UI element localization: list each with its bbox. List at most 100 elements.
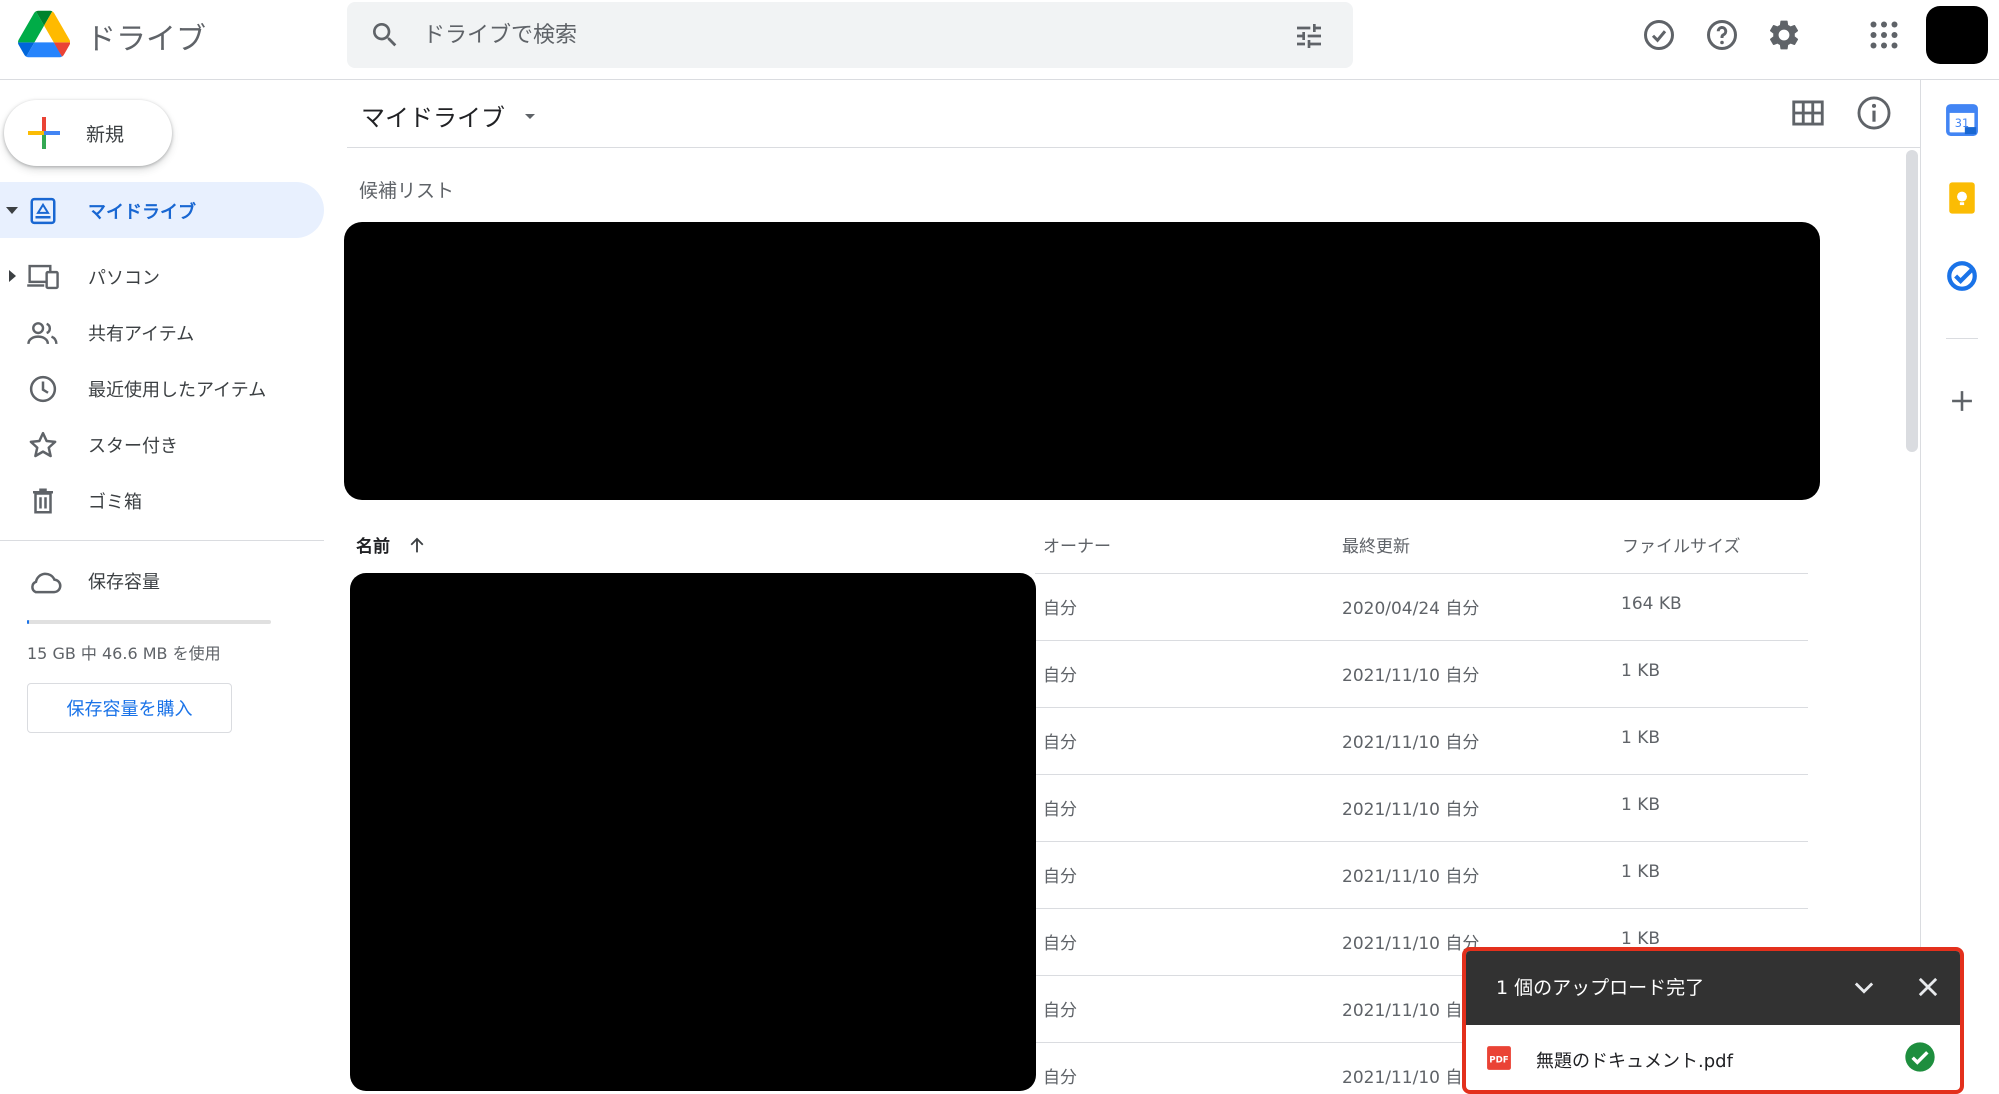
storage-bar	[27, 620, 271, 624]
file-names-redacted	[350, 573, 1036, 1091]
cell-size[interactable]: 1 KB	[1621, 728, 1660, 748]
upload-toast-header: 1 個のアップロード完了	[1466, 951, 1960, 1025]
cell-modified[interactable]: 2021/11/10 自分	[1342, 1063, 1479, 1088]
sidebar-item-label: 最近使用したアイテム	[88, 380, 267, 401]
scrollbar[interactable]	[1906, 150, 1918, 452]
cell-owner[interactable]: 自分	[1043, 996, 1077, 1021]
main-header: マイドライブ	[347, 80, 1920, 148]
close-icon[interactable]	[1914, 973, 1942, 1001]
calendar-icon[interactable]: 31	[1945, 103, 1979, 137]
add-addon-icon[interactable]	[1945, 384, 1979, 418]
cell-size[interactable]: 1 KB	[1621, 661, 1660, 681]
sidebar-item-recent[interactable]: 最近使用したアイテム	[0, 360, 324, 416]
cell-owner[interactable]: 自分	[1043, 862, 1077, 887]
cell-modified[interactable]: 2021/11/10 自分	[1342, 996, 1479, 1021]
help-icon[interactable]	[1704, 17, 1740, 53]
storage-used-text: 15 GB 中 46.6 MB を使用	[27, 644, 221, 663]
sidebar-item-label: パソコン	[88, 268, 160, 289]
shared-icon	[27, 322, 58, 345]
pdf-badge: PDF	[1489, 1055, 1509, 1065]
cell-owner[interactable]: 自分	[1043, 929, 1077, 954]
caret-right-icon[interactable]	[4, 268, 20, 284]
cell-owner[interactable]: 自分	[1043, 728, 1077, 753]
cell-owner[interactable]: 自分	[1043, 594, 1077, 619]
cell-size[interactable]: 164 KB	[1621, 594, 1682, 614]
sidebar-item-shared[interactable]: 共有アイテム	[0, 304, 324, 360]
suggested-files-redacted	[344, 222, 1820, 500]
sidebar-divider	[0, 540, 324, 541]
settings-icon[interactable]	[1766, 17, 1802, 53]
recent-icon	[29, 375, 57, 403]
sidebar-item-label: マイドライブ	[88, 202, 196, 223]
cell-modified[interactable]: 2020/04/24 自分	[1342, 594, 1479, 619]
keep-icon[interactable]	[1945, 181, 1979, 215]
search-input[interactable]	[423, 16, 1243, 54]
caret-down-icon[interactable]	[522, 108, 538, 124]
upload-toast: 1 個のアップロード完了 PDF 無題のドキュメント.pdf	[1462, 947, 1964, 1094]
chevron-down-icon[interactable]	[1850, 973, 1878, 1001]
storage-label[interactable]: 保存容量	[88, 568, 160, 594]
table-row-divider	[1035, 573, 1808, 574]
sidebar-item-computers[interactable]: パソコン	[0, 248, 324, 304]
trash-icon	[33, 488, 53, 514]
upload-toast-title: 1 個のアップロード完了	[1496, 977, 1705, 999]
table-row-divider	[1035, 774, 1808, 775]
column-header-owner[interactable]: オーナー	[1043, 532, 1111, 557]
account-avatar[interactable]	[1926, 6, 1988, 64]
cell-size[interactable]: 1 KB	[1621, 795, 1660, 815]
table-row-divider	[1035, 908, 1808, 909]
side-panel	[1920, 80, 1999, 1094]
cell-modified[interactable]: 2021/11/10 自分	[1342, 862, 1479, 887]
cloud-icon	[31, 572, 62, 594]
sidebar-item-label: 共有アイテム	[88, 324, 195, 345]
drive-logo[interactable]	[18, 10, 70, 58]
app-title: ドライブ	[86, 22, 206, 57]
arrow-up-icon[interactable]	[406, 534, 428, 556]
cell-modified[interactable]: 2021/11/10 自分	[1342, 929, 1479, 954]
uploaded-file-name[interactable]: 無題のドキュメント.pdf	[1536, 1047, 1733, 1073]
cell-size[interactable]: 1 KB	[1621, 929, 1660, 949]
cell-owner[interactable]: 自分	[1043, 1063, 1077, 1088]
search-bar[interactable]	[347, 2, 1353, 68]
page-title[interactable]: マイドライブ	[361, 98, 505, 133]
star-icon	[29, 431, 57, 458]
table-row-divider	[1035, 841, 1808, 842]
storage-bar-fill	[27, 620, 29, 624]
column-header-modified[interactable]: 最終更新	[1342, 532, 1410, 557]
search-options-icon[interactable]	[1293, 20, 1325, 52]
apps-grid-icon[interactable]	[1866, 17, 1902, 53]
column-header-name[interactable]: 名前	[356, 532, 390, 557]
offline-ready-icon[interactable]	[1641, 17, 1677, 53]
cell-modified[interactable]: 2021/11/10 自分	[1342, 728, 1479, 753]
cell-modified[interactable]: 2021/11/10 自分	[1342, 795, 1479, 820]
grid-view-icon[interactable]	[1789, 94, 1827, 132]
new-button[interactable]: 新規	[4, 100, 172, 166]
search-icon[interactable]	[369, 19, 401, 51]
sidebar-item-my-drive[interactable]: マイドライブ	[0, 182, 324, 238]
sidebar-item-starred[interactable]: スター付き	[0, 416, 324, 472]
check-circle-icon	[1905, 1042, 1935, 1072]
cell-owner[interactable]: 自分	[1043, 661, 1077, 686]
table-row-divider	[1035, 707, 1808, 708]
pdf-file-icon: PDF	[1487, 1046, 1511, 1070]
sidebar-item-label: ゴミ箱	[88, 492, 142, 513]
cell-modified[interactable]: 2021/11/10 自分	[1342, 661, 1479, 686]
column-header-size[interactable]: ファイルサイズ	[1622, 532, 1741, 557]
top-bar: ドライブ	[0, 0, 1999, 80]
buy-storage-button[interactable]: 保存容量を購入	[27, 683, 232, 733]
cell-size[interactable]: 1 KB	[1621, 862, 1660, 882]
side-panel-divider	[1946, 338, 1978, 339]
tasks-icon[interactable]	[1945, 259, 1979, 293]
computers-icon	[27, 264, 59, 290]
my-drive-icon	[30, 197, 56, 225]
caret-down-icon[interactable]	[4, 202, 20, 218]
info-icon[interactable]	[1855, 94, 1893, 132]
suggested-label: 候補リスト	[359, 180, 455, 202]
table-row-divider	[1035, 640, 1808, 641]
calendar-date: 31	[1955, 116, 1969, 130]
sidebar-item-trash[interactable]: ゴミ箱	[0, 472, 324, 528]
cell-owner[interactable]: 自分	[1043, 795, 1077, 820]
sidebar-item-label: スター付き	[88, 436, 178, 457]
new-button-label: 新規	[86, 124, 125, 146]
plus-icon	[28, 117, 60, 149]
